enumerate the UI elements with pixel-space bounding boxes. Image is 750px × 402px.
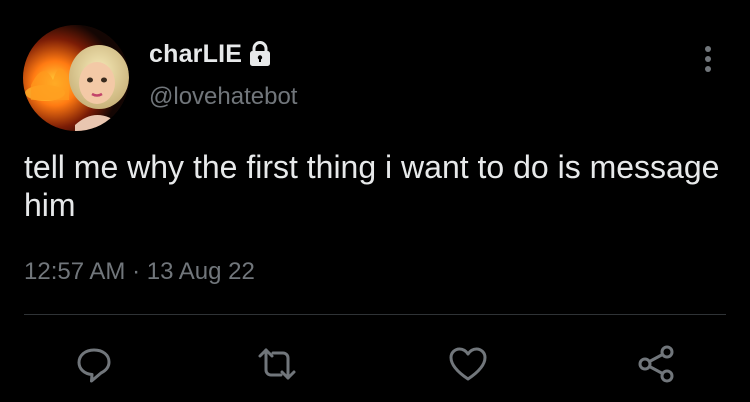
reply-button[interactable] xyxy=(72,342,116,386)
like-button[interactable] xyxy=(446,342,490,386)
tweet-text: tell me why the first thing i want to do… xyxy=(24,149,720,223)
display-name[interactable]: charLIE xyxy=(149,40,242,69)
more-options-button[interactable] xyxy=(696,42,720,76)
tweet-timestamp[interactable]: 12:57 AM · 13 Aug 22 xyxy=(24,258,255,286)
user-handle[interactable]: @lovehatebot xyxy=(149,83,297,111)
retweet-button[interactable] xyxy=(255,342,299,386)
share-button[interactable] xyxy=(634,342,678,386)
heart-icon xyxy=(449,347,487,381)
reply-icon xyxy=(77,348,111,383)
display-name-row: charLIE xyxy=(149,37,272,71)
action-bar xyxy=(0,338,750,388)
more-vertical-icon xyxy=(705,46,711,72)
share-icon xyxy=(638,345,674,383)
retweet-icon xyxy=(258,348,296,380)
divider xyxy=(24,314,726,315)
lock-icon xyxy=(248,41,272,67)
avatar[interactable] xyxy=(23,25,129,131)
